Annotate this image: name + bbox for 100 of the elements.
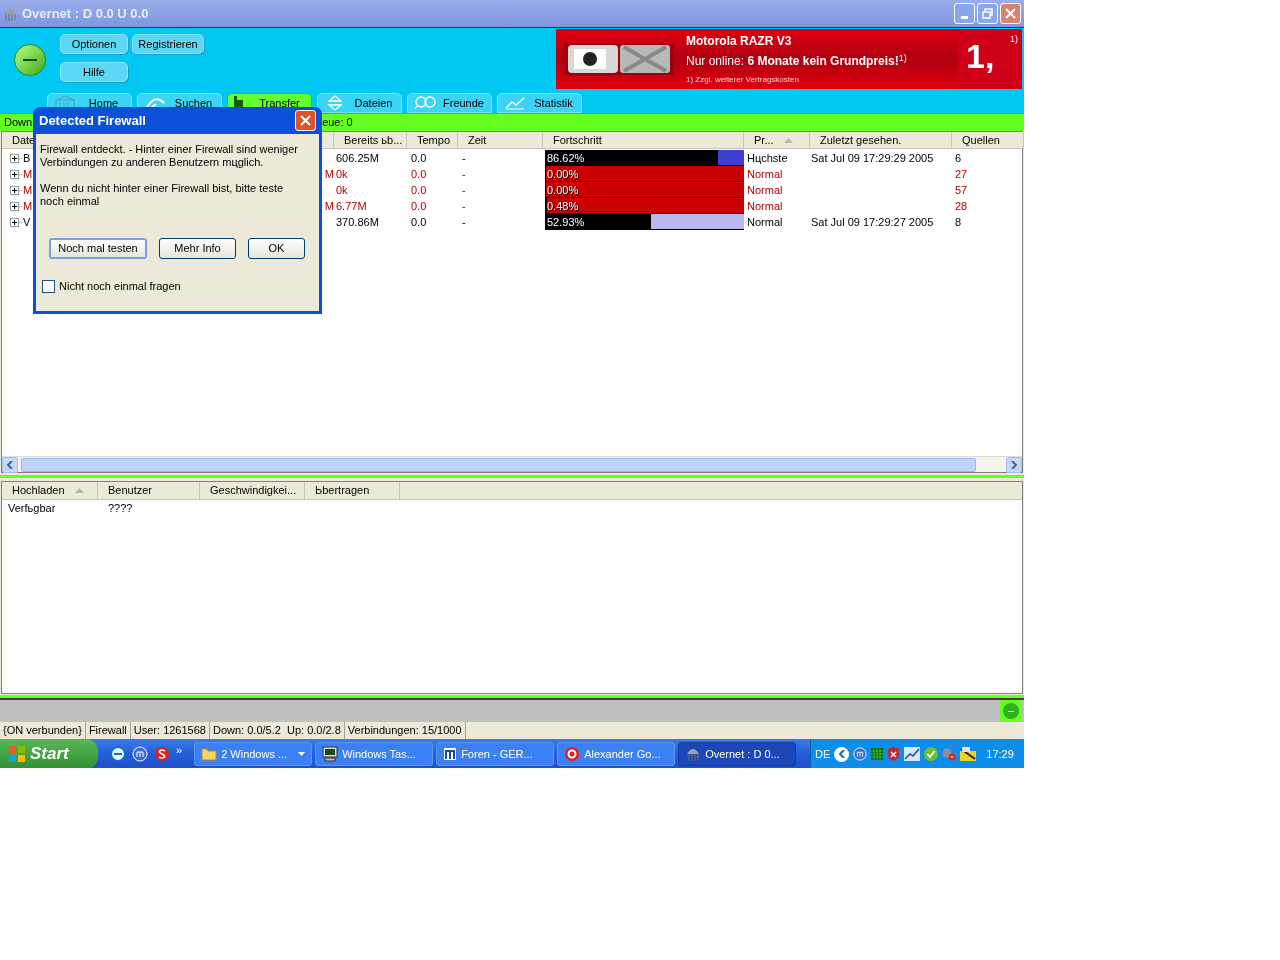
close-button[interactable] — [1000, 3, 1021, 24]
info-text: Down — [4, 115, 33, 131]
toolbar-button[interactable]: Registrieren — [132, 34, 204, 54]
table-cell-text: Normal — [746, 182, 784, 198]
close-icon — [1005, 8, 1016, 19]
window-icon — [443, 747, 458, 761]
table-cell-text: 370.86M — [335, 214, 380, 230]
sort-arrow-icon — [783, 137, 793, 143]
toolbar-button[interactable]: Hilfe — [60, 62, 128, 82]
nav-tab[interactable]: Freunde — [407, 93, 492, 113]
check-icon[interactable] — [924, 747, 939, 761]
taskbar-button[interactable]: Foren - GER... — [436, 742, 555, 766]
ad-footnote: 1) Zzgl. weiterer Vertragskosten — [686, 74, 800, 86]
table-cell-text: - — [461, 182, 467, 198]
table-cell-text: M — [23, 166, 33, 182]
windows-logo-icon — [8, 745, 26, 763]
table-cell-text: 57 — [954, 182, 969, 198]
shield-icon[interactable] — [887, 747, 901, 761]
expand-icon[interactable] — [10, 217, 19, 227]
close-button[interactable] — [295, 110, 316, 131]
table-cell-text: M — [324, 198, 334, 214]
nav-tab[interactable]: Statistik — [497, 93, 582, 113]
taskbar-button[interactable]: 2 Windows ... — [194, 742, 313, 766]
taskbar-button[interactable]: Overnet : D 0... — [678, 742, 797, 766]
checkbox[interactable] — [42, 279, 55, 293]
table-cell-text: - — [461, 198, 467, 214]
table-cell-text: Normal — [746, 214, 784, 230]
skype-icon[interactable] — [154, 746, 170, 762]
minimize-button[interactable] — [954, 3, 975, 24]
logo-note: 1) — [1010, 33, 1018, 46]
messenger-icon[interactable] — [853, 747, 868, 761]
status-text: Down: 0.0/5.2 Up: 0.0/2.8 — [209, 722, 345, 739]
chart-line-icon — [504, 95, 526, 111]
status-text: User: 1261568 — [130, 722, 210, 739]
dialog-title: Detected Firewall — [39, 111, 146, 130]
ad-headline: Motorola RAZR V3 — [686, 33, 793, 50]
more-icons-button[interactable]: » — [176, 742, 183, 759]
folder-icon — [201, 747, 218, 761]
ad-banner[interactable]: Motorola RAZR V3 Nur online: 6 Monate kein Grundpreis!$^{1)}$ 1) Zzgl. weiterer Vertragskosten 1, 1) — [556, 29, 1022, 89]
restore-button[interactable] — [977, 3, 998, 24]
table-cell-text: - — [461, 150, 467, 166]
close-icon — [300, 115, 311, 126]
table-cell-text: 28 — [954, 198, 969, 214]
table-cell-text: 0.0 — [410, 150, 428, 166]
table-cell-text: Hцchste — [746, 150, 789, 166]
nav-tab[interactable]: Dateien — [317, 93, 402, 113]
monitor-icon — [322, 746, 339, 762]
table-cell-text: M — [23, 198, 33, 214]
chart-icon[interactable] — [904, 747, 921, 761]
glasses-icon — [414, 95, 436, 111]
expand-icon[interactable] — [10, 153, 19, 163]
status-text: Firewall — [85, 722, 131, 739]
sort-arrow-icon — [74, 488, 84, 493]
table-cell-text: 0.0 — [410, 198, 428, 214]
scroll-left-icon[interactable] — [2, 456, 18, 473]
up-down-icon — [324, 95, 346, 111]
table-cell-text: Verfьgbar — [7, 500, 57, 516]
browser-icon[interactable] — [110, 746, 126, 762]
minimize-icon — [961, 16, 968, 19]
status-text: Verbindungen: 15/1000 — [344, 722, 466, 739]
chevron-left-icon[interactable] — [834, 746, 850, 762]
table-cell-text: 8 — [954, 214, 963, 230]
caret-icon — [298, 752, 306, 756]
table-cell-text: M — [324, 166, 334, 182]
table-cell-text: 0.0 — [410, 166, 428, 182]
status-indicator-icon — [1000, 700, 1022, 722]
window-title: Overnet : D 0.0 U 0.0 — [22, 4, 149, 23]
table-cell-text: 6 — [954, 150, 963, 166]
table-cell-text: 0k — [335, 182, 349, 198]
expand-icon[interactable] — [10, 201, 19, 211]
messenger-icon[interactable] — [132, 746, 148, 762]
status-text: {ON verbunden} — [0, 722, 86, 739]
dialog-button[interactable]: Noch mal testen — [49, 238, 147, 259]
logo-icon — [14, 43, 46, 76]
progress-text: 0.48% — [547, 199, 579, 214]
clock: 17:29 — [986, 746, 1014, 762]
table-cell-text: 606.25M — [335, 150, 380, 166]
expand-icon[interactable] — [10, 169, 19, 179]
ad-offer: Nur online: 6 Monate kein Grundpreis!$^{1)}$ — [686, 52, 907, 70]
logo-text: 1, — [966, 39, 995, 73]
scroll-right-icon[interactable] — [1006, 456, 1022, 473]
dialog-button[interactable]: OK — [248, 238, 305, 259]
table-cell-text: Normal — [746, 166, 784, 182]
table-cell-text: 27 — [954, 166, 969, 182]
table-cell-text: - — [461, 166, 467, 182]
toolbar-button[interactable]: Optionen — [60, 34, 128, 54]
table-cell-text: - — [461, 214, 467, 230]
progress-text: 52.93% — [547, 215, 585, 230]
table-cell-text: B — [23, 150, 31, 166]
table-cell-text: M — [23, 182, 33, 198]
table-cell-text: 0.0 — [410, 182, 428, 198]
dialog-message: Wenn du nicht hinter einer Firewall bist, bitte teste noch einmal — [40, 182, 285, 208]
taskbar-button[interactable]: Windows Tas... — [315, 742, 434, 766]
dialog-button[interactable]: Mehr Info — [159, 238, 236, 259]
taskbar-button[interactable]: Alexander Go... — [557, 742, 676, 766]
table-cell: Sat Jul 09 17:29:27 2005 — [811, 215, 934, 228]
table-cell-text: Normal — [746, 198, 784, 214]
expand-icon[interactable] — [10, 185, 19, 195]
table-cell-text: 0k — [335, 166, 349, 182]
checkbox-label: Nicht noch einmal fragen — [59, 279, 181, 294]
